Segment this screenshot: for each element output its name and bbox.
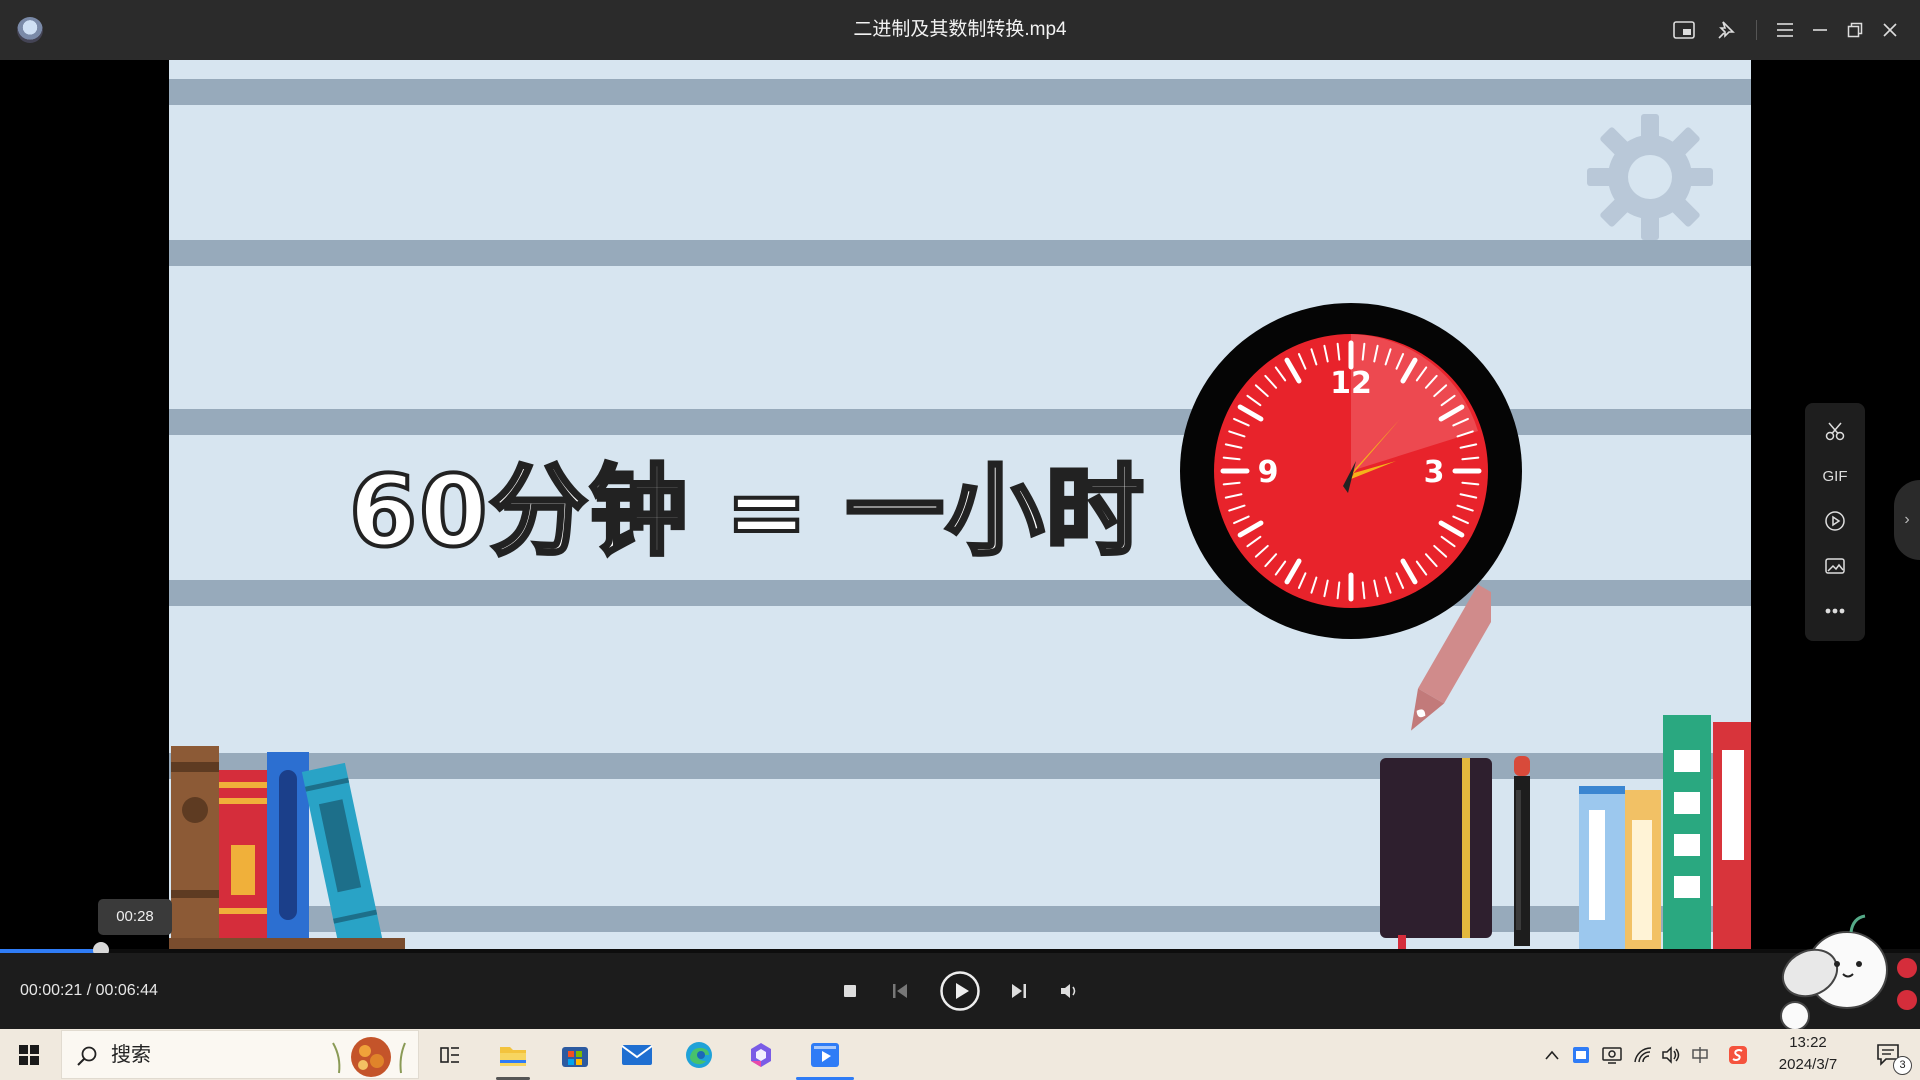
play-button[interactable]	[937, 968, 983, 1014]
clock-number-3: 3	[1424, 455, 1445, 490]
books-left-image	[169, 746, 405, 951]
windows-start-icon[interactable]	[0, 1029, 58, 1080]
books-right-image	[1380, 715, 1751, 951]
time-separator: /	[86, 982, 92, 999]
chevron-up-icon[interactable]	[1540, 1029, 1564, 1080]
clock-time: 13:22	[1789, 1034, 1827, 1051]
task-view-icon[interactable]	[430, 1029, 470, 1080]
notification-badge: 3	[1893, 1056, 1912, 1075]
taskbar: 搜索 13:22 2024/3/7 3	[0, 1029, 1920, 1080]
screen-tray-icon[interactable]	[1598, 1029, 1626, 1080]
search-highlight-image	[332, 1037, 406, 1077]
input-method-tray-icon[interactable]	[1568, 1029, 1594, 1080]
sogou-ime-icon[interactable]	[1725, 1029, 1751, 1080]
title-separator	[1756, 20, 1757, 40]
shelf-stripe	[169, 240, 1751, 266]
mail-icon[interactable]	[610, 1029, 664, 1080]
minimize-icon[interactable]	[1808, 18, 1832, 42]
gif-button[interactable]: GIF	[1805, 454, 1865, 498]
mini-player-icon[interactable]	[1672, 18, 1696, 42]
volume-icon[interactable]	[1049, 971, 1089, 1011]
clock-date: 2024/3/7	[1778, 1056, 1838, 1073]
side-tool-panel: GIF	[1805, 403, 1865, 641]
control-bar: 00:00:21 / 00:06:44	[0, 914, 1920, 1031]
seek-tooltip: 00:28	[98, 899, 172, 935]
current-time: 00:00:21	[20, 982, 83, 999]
search-placeholder: 搜索	[111, 1044, 151, 1066]
close-icon[interactable]	[1878, 18, 1902, 42]
search-icon	[77, 1046, 97, 1066]
cut-icon[interactable]	[1805, 409, 1865, 453]
wifi-icon[interactable]	[1630, 1029, 1656, 1080]
total-time: 00:06:44	[95, 982, 158, 999]
pin-icon[interactable]	[1714, 18, 1738, 42]
title-bar: 二进制及其数制转换.mp4	[0, 0, 1920, 60]
clock-image: 12 3 9	[1180, 303, 1522, 639]
ime-mode-icon[interactable]	[1687, 1029, 1713, 1080]
clock-number-9: 9	[1258, 455, 1279, 490]
file-explorer-icon[interactable]	[486, 1029, 540, 1080]
mascot-image	[1780, 914, 1917, 1031]
clock-number-12: 12	[1330, 366, 1372, 401]
video-caption: 60分钟 = 一小时	[347, 453, 1146, 571]
gear-icon	[1587, 114, 1713, 240]
previous-icon[interactable]	[880, 971, 920, 1011]
speaker-icon[interactable]	[1658, 1029, 1684, 1080]
video-frame[interactable]: 60分钟 = 一小时 12 3 9	[169, 60, 1751, 951]
edge-browser-icon[interactable]	[672, 1029, 726, 1080]
next-icon[interactable]	[999, 971, 1039, 1011]
stop-icon[interactable]	[830, 971, 870, 1011]
menu-icon[interactable]	[1773, 18, 1797, 42]
record-clip-icon[interactable]	[1805, 499, 1865, 543]
shelf-stripe	[169, 79, 1751, 105]
taskbar-search-box[interactable]: 搜索	[61, 1030, 419, 1079]
restore-icon[interactable]	[1843, 18, 1867, 42]
copilot-icon[interactable]	[734, 1029, 788, 1080]
system-clock[interactable]: 13:22 2024/3/7	[1758, 1029, 1858, 1080]
time-display: 00:00:21 / 00:06:44	[20, 953, 158, 1029]
window-title: 二进制及其数制转换.mp4	[853, 19, 1067, 40]
screenshot-icon[interactable]	[1805, 544, 1865, 588]
more-icon[interactable]	[1805, 589, 1865, 633]
chevron-right-icon[interactable]: ›	[1894, 480, 1920, 560]
video-player-taskbar-icon[interactable]	[796, 1029, 854, 1080]
notification-center-icon[interactable]: 3	[1866, 1029, 1912, 1080]
microsoft-store-icon[interactable]	[548, 1029, 602, 1080]
